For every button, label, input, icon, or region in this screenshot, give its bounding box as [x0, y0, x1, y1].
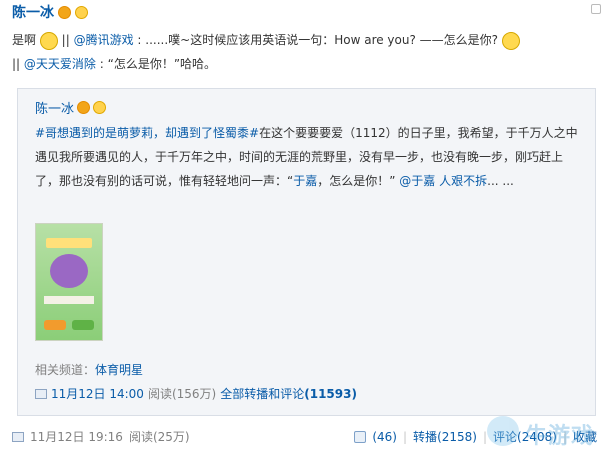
quoted-read-count: 阅读(156万)	[147, 387, 217, 401]
vip-icon	[93, 101, 107, 114]
watermark-logo-icon	[487, 416, 519, 446]
quoted-author[interactable]: 陈一冰	[35, 98, 107, 117]
mention-tiantian-aixiaochu[interactable]: @天天爱消除	[24, 57, 96, 71]
all-reposts-comments-link[interactable]: 全部转播和评论(11593)	[220, 385, 357, 402]
vip-icon	[75, 5, 88, 19]
verified-badge-icon	[58, 5, 71, 19]
message-icon	[35, 388, 47, 399]
repost-button[interactable]: 转播(2158)	[413, 428, 477, 445]
author-name[interactable]: 陈一冰	[12, 2, 54, 22]
post-read-count: 阅读(25万)	[128, 430, 190, 444]
related-channel: 相关频道：体育明星	[35, 363, 144, 377]
post-date[interactable]: 11月12日 19:16	[30, 428, 123, 445]
post-text: 是啊 || @腾讯游戏 : ......噗~这时候应该用英语说一句：How ar…	[12, 28, 597, 76]
quoted-author-name[interactable]: 陈一冰	[35, 98, 74, 117]
watermark: 牛游戏	[487, 412, 607, 452]
mention-yujia[interactable]: @于嘉	[399, 174, 435, 188]
quoted-date[interactable]: 11月12日 14:00	[51, 385, 144, 402]
link-ren-jian-bu-chai[interactable]: 人艰不拆	[439, 174, 487, 188]
like-count[interactable]: (46)	[372, 430, 397, 444]
thumbs-up-icon[interactable]	[354, 430, 367, 443]
laugh-emoji-icon	[501, 31, 520, 50]
channel-link-sports-stars[interactable]: 体育明星	[95, 363, 143, 377]
game-screenshot-thumbnail[interactable]	[35, 223, 103, 341]
hashtag-link[interactable]: #哥想遇到的是萌萝莉，却遇到了怪蜀黍#	[35, 126, 259, 140]
link-yujia[interactable]: 于嘉	[293, 174, 317, 188]
close-icon[interactable]	[591, 4, 601, 14]
message-icon	[12, 431, 24, 442]
verified-badge-icon	[77, 101, 91, 114]
post-author[interactable]: 陈一冰	[12, 2, 88, 22]
quoted-post: 陈一冰 #哥想遇到的是萌萝莉，却遇到了怪蜀黍#在这个要要要爱（1112）的日子里…	[17, 88, 596, 416]
shy-emoji-icon	[39, 31, 58, 50]
watermark-text: 牛游戏	[525, 424, 595, 449]
quoted-text: #哥想遇到的是萌萝莉，却遇到了怪蜀黍#在这个要要要爱（1112）的日子里，我希望…	[35, 126, 578, 188]
quoted-footer: 11月12日 14:00 阅读(156万) 全部转播和评论(11593)	[35, 385, 583, 402]
mention-tencent-games[interactable]: @腾讯游戏	[74, 33, 134, 47]
